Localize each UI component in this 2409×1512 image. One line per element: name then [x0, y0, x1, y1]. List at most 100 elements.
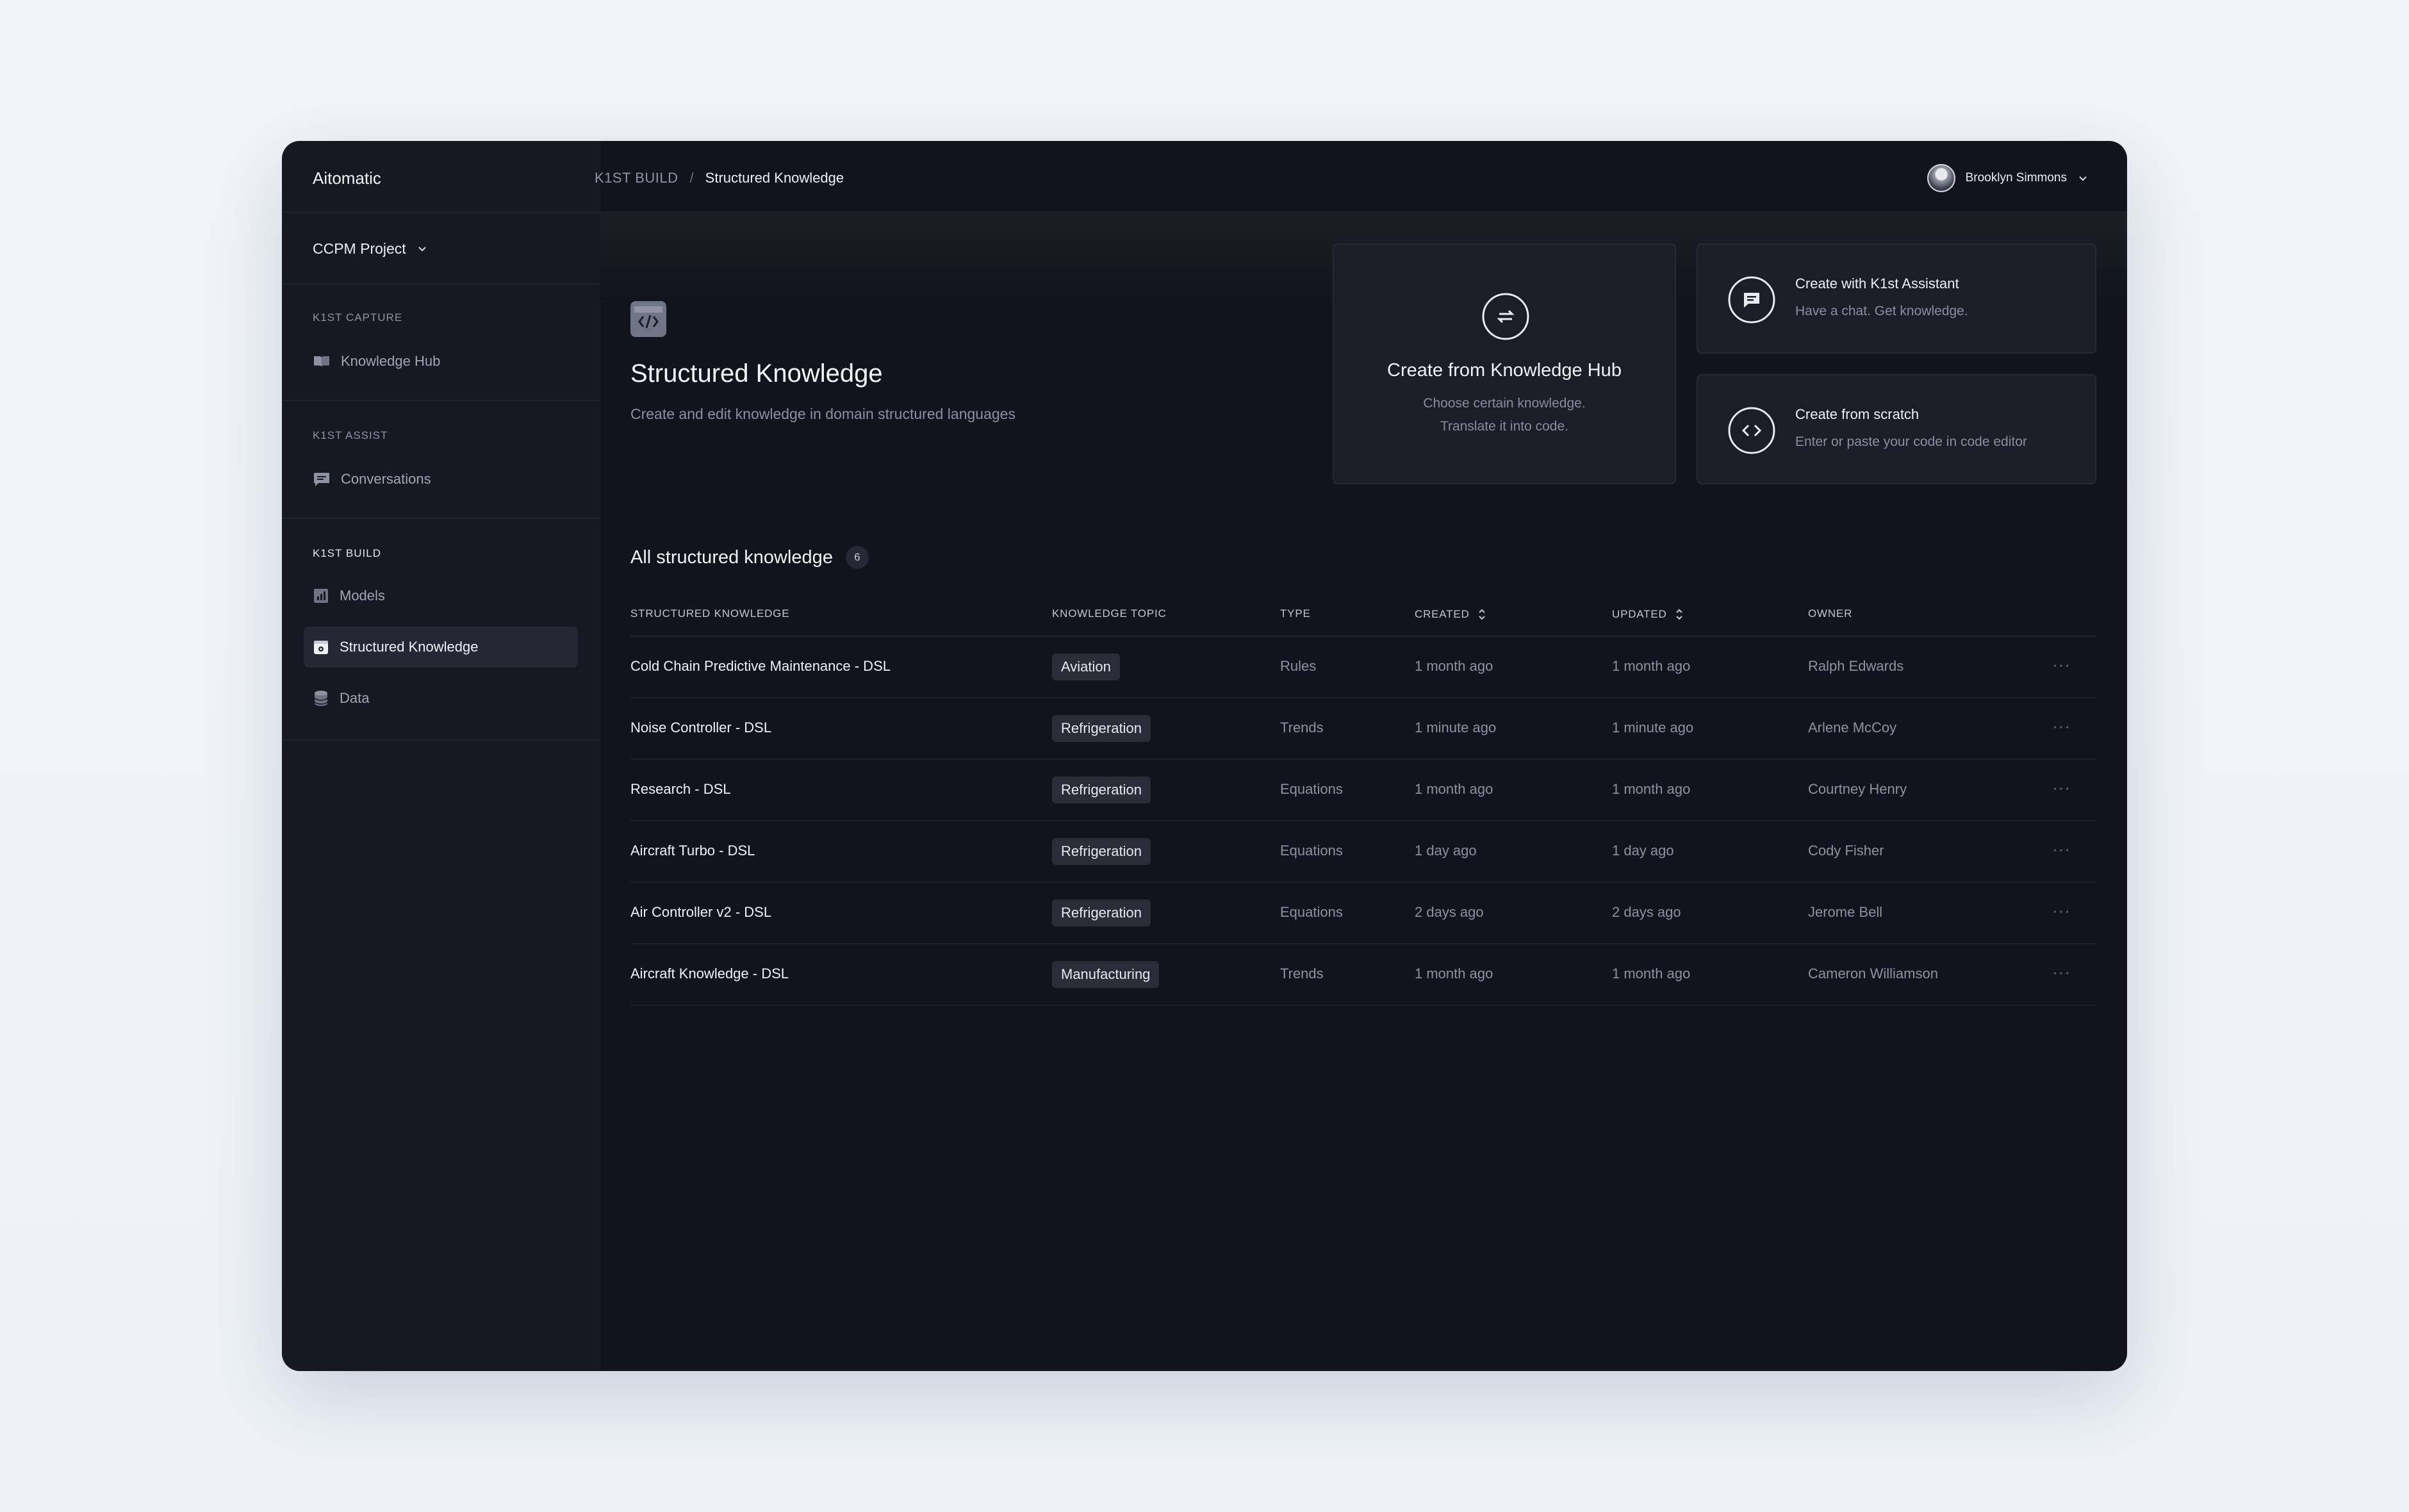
topic-cell: Refrigeration [1052, 697, 1151, 759]
breadcrumb-parent[interactable]: K1ST BUILD [595, 165, 678, 191]
table-row[interactable]: Research - DSL Refrigeration Equations 1 mo… [630, 759, 2096, 821]
topic-tag: Refrigeration [1052, 838, 1151, 866]
topic-cell: Refrigeration [1052, 759, 1151, 820]
table-row[interactable]: Cold Chain Predictive Maintenance - DSL A… [630, 636, 2096, 698]
sidebar-item-models[interactable]: Models [304, 575, 573, 616]
column-header: OWNER [1808, 607, 1853, 620]
create-from-scratch-card[interactable]: Create from scratch Enter or paste your … [1697, 374, 2096, 484]
updated-cell: 1 month ago [1612, 966, 1691, 982]
card-description-line: Choose certain knowledge. [1423, 396, 1586, 411]
avatar [1927, 164, 1955, 192]
created-cell: 1 month ago [1415, 781, 1493, 797]
name-cell: Aircraft Turbo - DSL [630, 842, 755, 859]
topic-tag: Manufacturing [1052, 961, 1160, 989]
row-menu-button[interactable]: ··· [2052, 697, 2071, 759]
created-cell: 2 days ago [1415, 904, 1484, 920]
owner-cell: Ralph Edwards [1808, 658, 1904, 674]
divider [282, 211, 600, 213]
owner-cell: Jerome Bell [1808, 904, 1883, 920]
create-with-assistant-card[interactable]: Create with K1st Assistant Have a chat. … [1697, 243, 2096, 354]
type-cell: Rules [1280, 658, 1317, 674]
row-menu-button[interactable]: ··· [2052, 759, 2071, 820]
topic-tag: Refrigeration [1052, 715, 1151, 743]
sidebar-item-conversations[interactable]: Conversations [304, 459, 573, 500]
type-cell: Trends [1280, 966, 1324, 982]
sidebar-item-knowledge-hub[interactable]: Knowledge Hub [304, 341, 573, 382]
name-cell: Cold Chain Predictive Maintenance - DSL [630, 658, 891, 674]
table-header: STRUCTURED KNOWLEDGE KNOWLEDGE TOPIC TYP… [630, 600, 2096, 637]
user-name: Brooklyn Simmons [1965, 171, 2067, 185]
topic-tag: Refrigeration [1052, 777, 1151, 804]
page-title: Structured Knowledge [630, 359, 883, 388]
row-menu-button[interactable]: ··· [2052, 943, 2071, 1005]
updated-cell: 1 month ago [1612, 658, 1691, 674]
chat-icon [1728, 276, 1775, 324]
divider [282, 400, 600, 401]
table-row[interactable]: Aircraft Knowledge - DSL Manufacturing Tre… [630, 943, 2096, 1006]
sidebar-item-label: Knowledge Hub [341, 353, 441, 369]
gear-doc-icon [314, 641, 328, 654]
card-description: Choose certain knowledge. Translate it i… [1334, 392, 1675, 438]
user-menu[interactable]: Brooklyn Simmons [1927, 160, 2089, 196]
divider [282, 518, 600, 519]
updated-cell: 1 month ago [1612, 781, 1691, 797]
section-label-build: K1ST BUILD [313, 547, 382, 559]
sort-icon [1478, 609, 1485, 620]
row-menu-button[interactable]: ··· [2052, 882, 2071, 943]
chevron-down-icon [418, 247, 426, 252]
column-header: KNOWLEDGE TOPIC [1052, 607, 1167, 620]
count-badge: 6 [845, 546, 869, 569]
row-menu-button[interactable]: ··· [2052, 636, 2071, 697]
card-description: Have a chat. Get knowledge. [1795, 304, 1968, 318]
table-row[interactable]: Noise Controller - DSL Refrigeration Trend… [630, 697, 2096, 760]
table-row[interactable]: Air Controller v2 - DSL Refrigeration Equa… [630, 882, 2096, 944]
create-from-hub-card[interactable]: Create from Knowledge Hub Choose certain… [1333, 243, 1676, 484]
name-cell: Noise Controller - DSL [630, 719, 772, 735]
sidebar-item-label: Data [340, 690, 370, 706]
column-header-label: UPDATED [1612, 608, 1667, 620]
chevron-down-icon [2079, 176, 2087, 181]
card-description: Enter or paste your code in code editor [1795, 434, 2027, 449]
topic-tag: Aviation [1052, 653, 1120, 681]
sidebar: Aitomatic CCPM Project K1ST CAPTURE Know… [282, 141, 600, 1371]
breadcrumb-separator: / [689, 170, 694, 186]
type-cell: Equations [1280, 904, 1343, 920]
updated-cell: 2 days ago [1612, 904, 1681, 920]
project-selector[interactable]: CCPM Project [313, 236, 428, 261]
brand-logo[interactable]: Aitomatic [313, 165, 381, 191]
sort-updated-header[interactable]: UPDATED [1612, 607, 1684, 621]
table-row[interactable]: Aircraft Turbo - DSL Refrigeration Equatio… [630, 820, 2096, 883]
card-title: Create from Knowledge Hub [1387, 360, 1622, 381]
card-title: Create from scratch [1795, 406, 1920, 422]
topic-cell: Refrigeration [1052, 882, 1151, 943]
column-header: STRUCTURED KNOWLEDGE [630, 607, 790, 620]
code-icon [1728, 407, 1775, 454]
column-header-label: CREATED [1415, 608, 1470, 620]
row-menu-button[interactable]: ··· [2052, 820, 2071, 882]
name-cell: Aircraft Knowledge - DSL [630, 966, 789, 982]
owner-cell: Arlene McCoy [1808, 719, 1897, 735]
book-icon [314, 356, 329, 367]
code-file-icon [630, 301, 666, 337]
column-header: TYPE [1280, 607, 1311, 620]
owner-cell: Cameron Williamson [1808, 966, 1938, 982]
sidebar-item-label: Structured Knowledge [340, 639, 479, 655]
chart-icon [314, 589, 328, 603]
sidebar-item-structured-knowledge[interactable]: Structured Knowledge [304, 627, 578, 668]
topic-tag: Refrigeration [1052, 900, 1151, 927]
swap-icon [1482, 293, 1529, 340]
sort-created-header[interactable]: CREATED [1415, 607, 1486, 621]
topic-cell: Refrigeration [1052, 820, 1151, 882]
sidebar-item-data[interactable]: Data [304, 678, 573, 719]
card-title: Create with K1st Assistant [1795, 275, 1959, 292]
divider [282, 739, 600, 741]
created-cell: 1 minute ago [1415, 719, 1497, 735]
type-cell: Equations [1280, 781, 1343, 797]
section-label-capture: K1ST CAPTURE [313, 311, 403, 324]
owner-cell: Courtney Henry [1808, 781, 1907, 797]
updated-cell: 1 minute ago [1612, 719, 1694, 735]
name-cell: Research - DSL [630, 781, 731, 797]
database-icon [314, 691, 328, 706]
section-label-assist: K1ST ASSIST [313, 429, 388, 441]
divider [282, 283, 600, 284]
